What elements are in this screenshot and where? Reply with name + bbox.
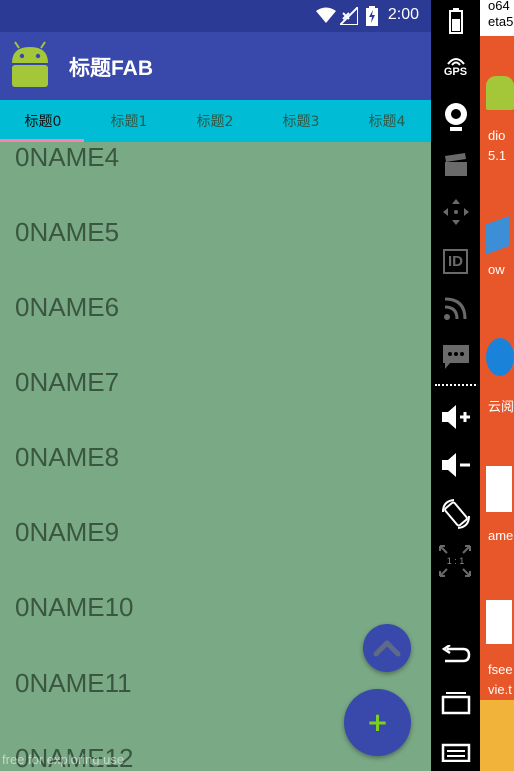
list-item[interactable]: 0NAME10 xyxy=(15,592,134,623)
gps-label: GPS xyxy=(443,66,468,78)
status-time: 2:00 xyxy=(387,6,419,23)
desktop-label: ow xyxy=(488,262,505,277)
desktop-label: 5.1 xyxy=(488,148,507,163)
recents-icon xyxy=(441,692,470,715)
chevron-up-icon xyxy=(373,640,401,657)
tab-0[interactable]: 标题0 xyxy=(0,100,86,142)
menu-icon xyxy=(441,743,470,762)
paper-plane-icon[interactable] xyxy=(486,215,510,255)
desktop-label: dio xyxy=(488,128,506,143)
list-item[interactable]: 0NAME6 xyxy=(15,292,119,323)
app-title: 标题FAB xyxy=(69,57,153,80)
desktop-background: o64 eta5 dio 5.1 ow 云阅 ame fsee vie.t xyxy=(480,0,514,771)
tab-4[interactable]: 标题4 xyxy=(344,100,430,142)
back-icon xyxy=(441,645,470,663)
desktop-folder-icon[interactable] xyxy=(480,700,514,771)
desktop-label: ame xyxy=(488,528,514,543)
zoom-button[interactable]: 1 : 1 xyxy=(431,544,480,578)
sms-button[interactable] xyxy=(431,340,480,374)
phone-screen: 2:00 标题FAB 标题0 标题1 标题2 标题3 标题4 0NAME4 0N… xyxy=(0,0,431,771)
dpad-button[interactable] xyxy=(431,195,480,229)
signal-icon xyxy=(340,7,358,25)
toolbar: 标题FAB xyxy=(0,32,431,100)
volume-down-icon xyxy=(441,453,470,477)
camera-button[interactable] xyxy=(431,100,480,134)
device-id-button[interactable]: ID xyxy=(431,245,480,277)
desktop-label: eta5 xyxy=(488,14,514,29)
tab-2[interactable]: 标题2 xyxy=(172,100,258,142)
plus-icon: + xyxy=(366,707,389,738)
battery-icon xyxy=(448,8,463,34)
gps-signal-icon xyxy=(446,58,465,66)
scroll-top-fab[interactable] xyxy=(363,624,411,672)
status-bar: 2:00 xyxy=(0,0,431,32)
volume-up-icon xyxy=(441,405,470,429)
rss-icon xyxy=(443,297,466,320)
battery-button[interactable] xyxy=(431,6,480,36)
recents-button[interactable] xyxy=(431,688,480,718)
emulator-toolbar: GPS ID 1: 1 xyxy=(431,0,480,771)
volume-down-button[interactable] xyxy=(431,448,480,482)
list-item[interactable]: 0NAME7 xyxy=(15,367,119,398)
watermark: free for exploring use xyxy=(2,752,125,767)
volume-up-button[interactable] xyxy=(431,400,480,434)
cloud-reader-icon[interactable] xyxy=(486,338,514,376)
clapperboard-icon xyxy=(444,153,467,176)
screencast-button[interactable] xyxy=(431,150,480,180)
network-button[interactable] xyxy=(431,293,480,323)
list-item[interactable]: 0NAME9 xyxy=(15,517,119,548)
id-label: ID xyxy=(443,248,468,274)
file-icon[interactable] xyxy=(486,600,512,644)
menu-button[interactable] xyxy=(431,738,480,766)
desktop-label: vie.t xyxy=(488,682,512,697)
list-item[interactable]: 0NAME5 xyxy=(15,217,119,248)
battery-charging-icon xyxy=(366,6,378,26)
list-item[interactable]: 0NAME8 xyxy=(15,442,119,473)
list-item[interactable]: 0NAME4 xyxy=(15,142,119,173)
rotate-icon xyxy=(441,499,470,529)
back-button[interactable] xyxy=(431,640,480,670)
desktop-label: o64 xyxy=(488,0,510,13)
wifi-icon xyxy=(316,7,336,23)
gps-button[interactable]: GPS xyxy=(431,52,480,82)
tab-1[interactable]: 标题1 xyxy=(86,100,172,142)
rotate-button[interactable] xyxy=(431,496,480,532)
desktop-label: 云阅 xyxy=(488,399,514,414)
move-arrows-icon xyxy=(442,199,469,225)
android-logo-icon xyxy=(12,41,48,87)
add-fab[interactable]: + xyxy=(344,689,411,756)
message-icon xyxy=(442,345,469,369)
file-icon[interactable] xyxy=(486,466,512,512)
zoom-label: 1 : 1 xyxy=(446,556,465,566)
tab-3[interactable]: 标题3 xyxy=(258,100,344,142)
desktop-label: fsee xyxy=(488,662,513,677)
tab-bar: 标题0 标题1 标题2 标题3 标题4 xyxy=(0,100,431,142)
android-studio-icon[interactable] xyxy=(486,76,514,110)
toolbar-divider xyxy=(435,384,476,386)
webcam-icon xyxy=(444,103,467,131)
list-item[interactable]: 0NAME11 xyxy=(15,668,132,699)
